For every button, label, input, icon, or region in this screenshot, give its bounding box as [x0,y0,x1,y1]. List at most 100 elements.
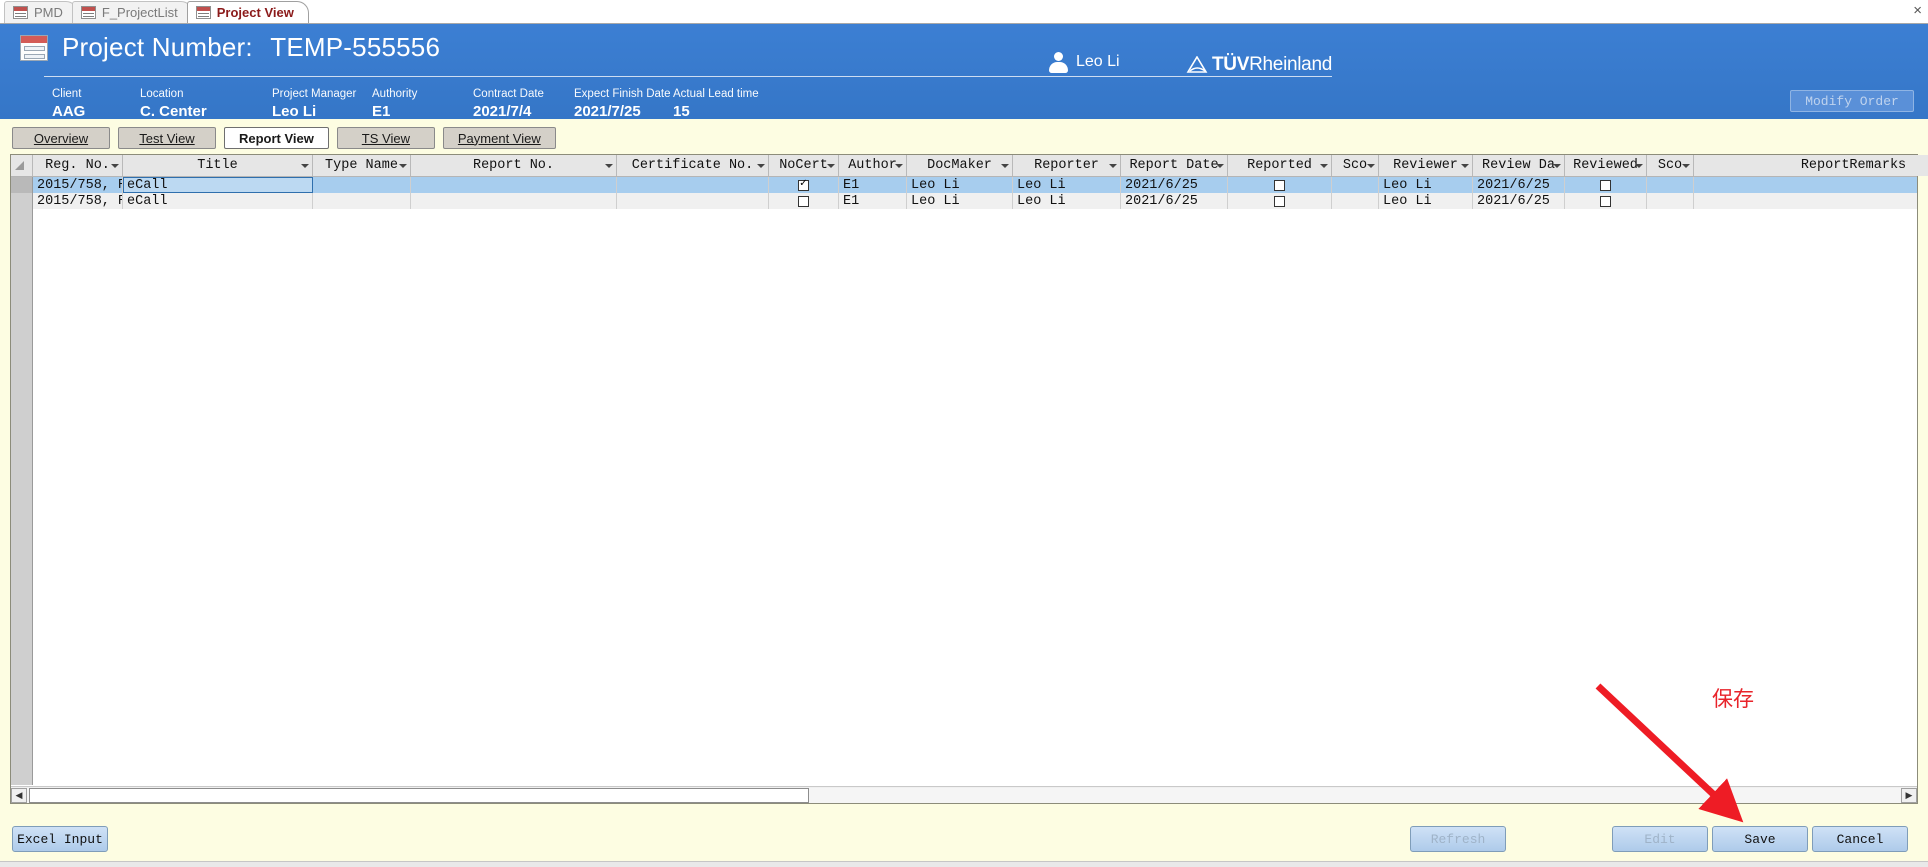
table-cell[interactable] [411,177,617,193]
chevron-down-icon[interactable] [605,163,613,168]
table-row-empty[interactable] [11,641,1917,657]
chevron-down-icon[interactable] [1320,163,1328,168]
close-icon[interactable]: × [1913,3,1922,18]
row-selector[interactable] [11,481,33,497]
column-header-author[interactable]: Author [839,155,907,176]
table-cell[interactable] [1565,177,1647,193]
checkbox[interactable] [1600,195,1611,207]
table-row-empty[interactable] [11,609,1917,625]
table-row-empty[interactable] [11,673,1917,689]
row-selector[interactable] [11,209,33,225]
table-row-empty[interactable] [11,529,1917,545]
column-header-certificate-no[interactable]: Certificate No. [617,155,769,176]
row-selector[interactable] [11,641,33,657]
table-cell[interactable]: E1 [839,177,907,193]
chevron-down-icon[interactable] [1216,163,1224,168]
table-cell[interactable] [769,193,839,209]
table-cell[interactable]: E1 [839,193,907,209]
table-cell[interactable]: ✓ [769,177,839,193]
column-header-sco[interactable]: Sco [1647,155,1694,176]
table-row-empty[interactable] [11,497,1917,513]
row-selector[interactable] [11,673,33,689]
excel-input-button[interactable]: Excel Input [12,826,108,852]
table-row-empty[interactable] [11,689,1917,705]
table-cell[interactable]: 2015/758, R [33,193,123,209]
cancel-button[interactable]: Cancel [1812,826,1908,852]
table-row-empty[interactable] [11,657,1917,673]
column-header-reviewed[interactable]: Reviewed [1565,155,1647,176]
edit-button[interactable]: Edit [1612,826,1708,852]
table-row-empty[interactable] [11,465,1917,481]
table-row-empty[interactable] [11,257,1917,273]
table-row-empty[interactable] [11,401,1917,417]
tab-payment-view[interactable]: Payment View [442,127,556,149]
scroll-right-button[interactable]: ▶ [1901,787,1917,803]
row-selector[interactable] [11,657,33,673]
table-cell[interactable] [617,193,769,209]
table-row-empty[interactable] [11,225,1917,241]
table-cell[interactable] [617,177,769,193]
scrollbar-thumb[interactable] [29,787,809,803]
row-selector[interactable] [11,321,33,337]
table-row-empty[interactable] [11,545,1917,561]
column-header-sco[interactable]: Sco [1332,155,1379,176]
table-cell[interactable]: 2021/6/25 [1121,177,1228,193]
document-tab-project-view[interactable]: Project View [186,1,309,23]
table-cell[interactable] [1332,193,1379,209]
column-header-report-date[interactable]: Report Date [1121,155,1228,176]
chevron-down-icon[interactable] [1635,163,1643,168]
modify-order-button[interactable]: Modify Order [1790,90,1914,112]
table-cell[interactable] [1694,177,1917,193]
current-user[interactable]: Leo Li [1048,52,1120,73]
chevron-down-icon[interactable] [757,163,765,168]
row-selector[interactable] [11,561,33,577]
table-row-empty[interactable] [11,721,1917,737]
row-selector[interactable] [11,721,33,737]
row-selector[interactable] [11,705,33,721]
row-selector[interactable] [11,449,33,465]
row-selector[interactable] [11,177,33,193]
table-cell[interactable]: eCall [123,177,313,193]
row-selector[interactable] [11,417,33,433]
column-header-docmaker[interactable]: DocMaker [907,155,1013,176]
column-header-nocert[interactable]: NoCert [769,155,839,176]
table-row-empty[interactable] [11,305,1917,321]
table-cell[interactable]: Leo Li [907,193,1013,209]
table-cell[interactable] [1694,193,1917,209]
table-row-empty[interactable] [11,353,1917,369]
tab-test-view[interactable]: Test View [118,127,216,149]
table-row-empty[interactable] [11,561,1917,577]
horizontal-scrollbar[interactable]: ◀ ▶ [11,786,1917,803]
table-cell[interactable]: Leo Li [907,177,1013,193]
table-row-empty[interactable] [11,769,1917,785]
checkbox[interactable] [1274,195,1285,207]
column-header-review-da[interactable]: Review Da [1473,155,1565,176]
table-row-empty[interactable] [11,593,1917,609]
save-button[interactable]: Save [1712,826,1808,852]
table-cell[interactable] [1647,177,1694,193]
table-cell[interactable]: 2015/758, R [33,177,123,193]
row-selector[interactable] [11,193,33,209]
row-selector[interactable] [11,609,33,625]
table-cell[interactable] [1332,177,1379,193]
tab-overview[interactable]: Overview [12,127,110,149]
chevron-down-icon[interactable] [827,163,835,168]
row-selector[interactable] [11,273,33,289]
table-row[interactable]: 2015/758, ReCall E1 Leo Li Leo Li 2021/6/25 L… [11,193,1917,209]
table-cell[interactable] [1565,193,1647,209]
column-header-title[interactable]: Title [123,155,313,176]
row-selector[interactable] [11,577,33,593]
chevron-down-icon[interactable] [301,163,309,168]
row-selector[interactable] [11,225,33,241]
table-cell[interactable] [1647,193,1694,209]
table-cell[interactable]: 2021/6/25 [1473,177,1565,193]
chevron-down-icon[interactable] [1367,163,1375,168]
table-cell[interactable]: Leo Li [1379,177,1473,193]
table-cell[interactable]: Leo Li [1379,193,1473,209]
column-header-type-name[interactable]: Type Name [313,155,411,176]
row-selector[interactable] [11,513,33,529]
chevron-down-icon[interactable] [895,163,903,168]
refresh-button[interactable]: Refresh [1410,826,1506,852]
column-header-reported[interactable]: Reported [1228,155,1332,176]
row-selector[interactable] [11,737,33,753]
